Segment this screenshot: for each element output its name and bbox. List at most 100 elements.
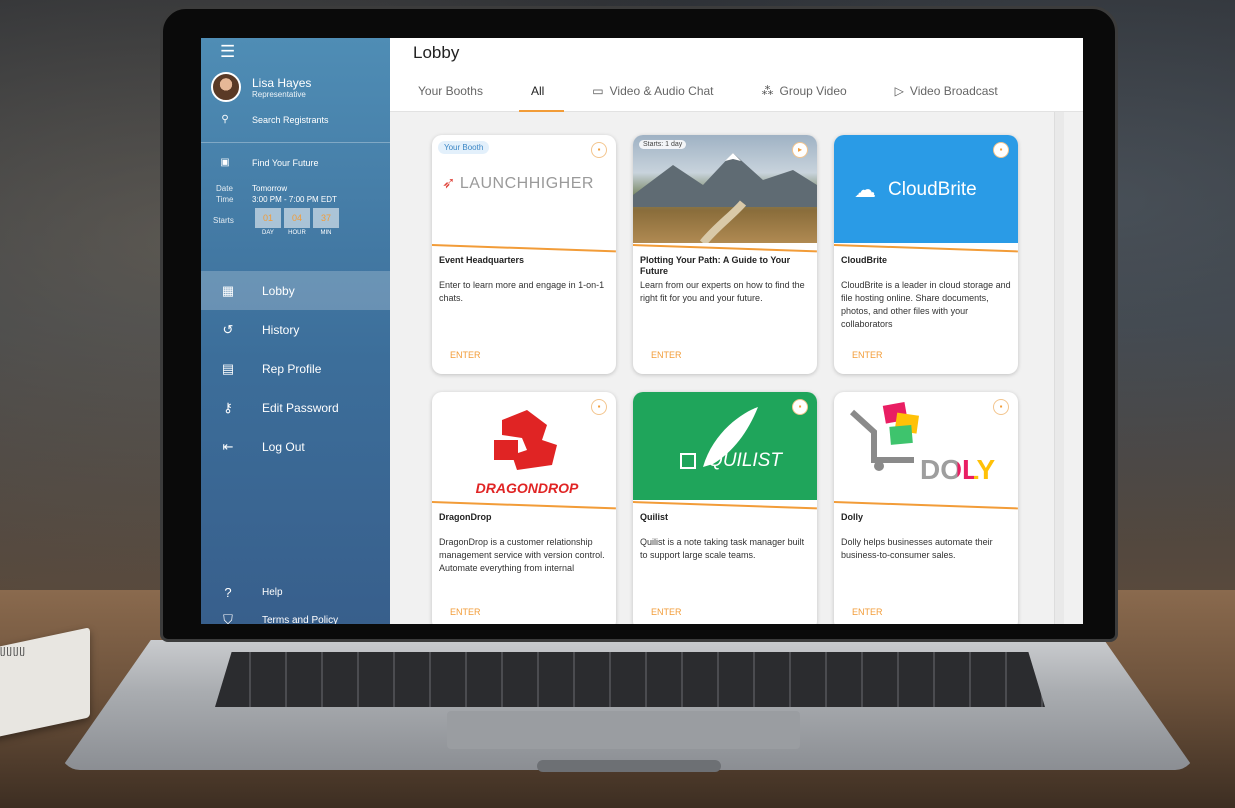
laptop-keyboard	[215, 652, 1045, 707]
sidebar-item-label: Rep Profile	[262, 361, 322, 376]
sidebar-item-terms[interactable]: ⛉ Terms and Policy	[201, 606, 390, 624]
dashboard-icon: ▦	[221, 282, 235, 298]
rocket-icon: ➶	[442, 175, 456, 192]
event-details: Date Tomorrow Time 3:00 PM - 7:00 PM EDT	[216, 183, 337, 205]
booth-description: DragonDrop is a customer relationship ma…	[439, 537, 605, 573]
user-role: Representative	[252, 89, 306, 99]
video-icon[interactable]: ▸	[792, 142, 808, 158]
sidebar-item-log-out[interactable]: ⇤ Log Out	[201, 427, 390, 466]
sidebar: ☰ Lisa Hayes Representative ⚲ Search Reg…	[201, 38, 390, 624]
logo-text: QUILIST	[708, 450, 782, 471]
countdown: Starts 01 DAY 04 HOUR 37 MIN	[213, 208, 342, 236]
sidebar-item-help[interactable]: ? Help	[201, 578, 390, 606]
topbar: Lobby Your Booths All ▭ Video & Audio Cha…	[390, 38, 1083, 112]
sidebar-item-lobby[interactable]: ▦ Lobby	[201, 271, 390, 310]
hamburger-menu-icon[interactable]: ☰	[220, 42, 235, 62]
laptop-trackpad	[447, 711, 800, 749]
cloudbrite-logo: ☁ CloudBrite	[854, 177, 977, 203]
countdown-day-unit: DAY	[262, 230, 274, 236]
booth-description: Enter to learn more and engage in 1-on-1…	[439, 280, 605, 303]
avatar	[211, 72, 241, 102]
booth-card-event-headquarters[interactable]: Your Booth ▪ ➶ LAUNCHHIGHER Event Headqua…	[432, 135, 616, 374]
tab-label: Video Broadcast	[909, 84, 998, 98]
logo-text: CloudBrite	[888, 179, 977, 200]
tab-label: Group Video	[779, 84, 847, 98]
time-label: Time	[216, 195, 234, 204]
booth-description: Dolly helps businesses automate their bu…	[841, 537, 993, 560]
booth-card-cloudbrite[interactable]: ▪ ☁ CloudBrite CloudBrite CloudBrite is a…	[834, 135, 1018, 374]
user-profile[interactable]: Lisa Hayes Representative	[211, 72, 311, 102]
quill-icon	[680, 407, 758, 469]
dolly-logo: DOLY	[920, 454, 995, 486]
booth-grid: Your Booth ▪ ➶ LAUNCHHIGHER Event Headqua…	[432, 135, 1018, 624]
enter-button[interactable]: ENTER	[450, 350, 481, 360]
sidebar-item-rep-profile[interactable]: ▤ Rep Profile	[201, 349, 390, 388]
tab-group-video[interactable]: ⁂ Group Video	[762, 84, 847, 112]
booth-banner: ▪ ☁ CloudBrite	[834, 135, 1018, 243]
tab-label: All	[530, 84, 545, 98]
countdown-min-unit: MIN	[320, 230, 332, 236]
countdown-hour-value: 04	[284, 208, 310, 228]
booth-banner: ▪ QUILIST	[633, 392, 817, 500]
scrollbar[interactable]	[1054, 112, 1064, 624]
page-title: Lobby	[413, 43, 460, 62]
chat-icon[interactable]: ▪	[591, 142, 607, 158]
countdown-hour-unit: HOUR	[288, 230, 306, 236]
starts-badge: Starts: 1 day	[639, 140, 687, 149]
tab-all[interactable]: All	[518, 84, 566, 112]
enter-button[interactable]: ENTER	[651, 350, 682, 360]
main-content: Lobby Your Booths All ▭ Video & Audio Cha…	[390, 38, 1083, 624]
dragon-icon	[494, 410, 557, 470]
dragondrop-logo: DRAGONDROP	[475, 480, 579, 496]
logo-text: LAUNCHHIGHER	[459, 175, 594, 192]
logout-icon: ⇤	[222, 438, 234, 454]
tab-video-audio-chat[interactable]: ▭ Video & Audio Chat	[592, 84, 713, 112]
event-title: Find Your Future	[252, 157, 319, 168]
your-booth-badge: Your Booth	[438, 141, 490, 154]
sidebar-item-label: Lobby	[262, 283, 295, 298]
booth-banner: ▪ DOLY	[834, 392, 1018, 500]
tab-bar: Your Booths All ▭ Video & Audio Chat ⁂ Gro…	[418, 84, 1046, 112]
tab-video-broadcast[interactable]: ▷ Video Broadcast	[895, 84, 998, 112]
badge-icon: ▤	[221, 360, 235, 376]
sidebar-item-history[interactable]: ↺ History	[201, 310, 390, 349]
sidebar-item-edit-password[interactable]: ⚷ Edit Password	[201, 388, 390, 427]
event-title-row: ▣ Find Your Future	[218, 157, 319, 168]
booth-description: Quilist is a note taking task manager bu…	[640, 537, 805, 560]
chat-icon: ▭	[592, 84, 604, 98]
chat-icon[interactable]: ▪	[993, 142, 1009, 158]
booth-card-dolly[interactable]: ▪ DOLY Dolly Dolly helps businesses auto…	[834, 392, 1018, 624]
enter-button[interactable]: ENTER	[852, 350, 883, 360]
booth-banner: Starts: 1 day ▸	[633, 135, 817, 243]
booth-card-plotting-your-path[interactable]: Starts: 1 day ▸ Plotting Your Path: A Gu…	[633, 135, 817, 374]
tab-your-booths[interactable]: Your Booths	[418, 84, 483, 112]
notebook-rings: ᥩᥩᥩᥩ	[0, 643, 26, 656]
search-registrants-label: Search Registrants	[252, 114, 329, 125]
booth-description: Learn from our experts on how to find th…	[640, 280, 805, 303]
enter-button[interactable]: ENTER	[450, 607, 481, 617]
countdown-day-value: 01	[255, 208, 281, 228]
booth-card-quilist[interactable]: ▪ QUILIST Quilist Quilist is a note taki…	[633, 392, 817, 624]
app-screen: ☰ Lisa Hayes Representative ⚲ Search Reg…	[201, 38, 1083, 624]
booth-card-dragondrop[interactable]: ▪ DRAGONDROP DragonDrop DragonDrop is a …	[432, 392, 616, 624]
tab-label: Your Booths	[418, 84, 483, 98]
search-registrants-link[interactable]: ⚲ Search Registrants	[218, 114, 329, 125]
date-label: Date	[216, 184, 233, 193]
quilist-logo: QUILIST	[633, 450, 817, 472]
booth-description: CloudBrite is a leader in cloud storage …	[841, 280, 1011, 329]
logo-text: DOLY	[920, 454, 996, 485]
booth-banner: Your Booth ▪ ➶ LAUNCHHIGHER	[432, 135, 616, 243]
group-icon: ⁂	[761, 84, 774, 98]
sidebar-divider	[201, 142, 390, 143]
history-icon: ↺	[222, 321, 234, 337]
sidebar-nav: ▦ Lobby ↺ History ▤ Rep Profile ⚷ Edit P…	[201, 271, 390, 466]
shield-icon: ⛉	[223, 612, 233, 624]
help-icon: ?	[224, 584, 232, 600]
calendar-icon: ▣	[220, 157, 230, 168]
person-search-icon: ⚲	[221, 114, 229, 125]
countdown-hour: 04 HOUR	[284, 208, 310, 236]
key-icon: ⚷	[223, 399, 233, 415]
cloud-download-icon: ☁	[854, 177, 876, 202]
enter-button[interactable]: ENTER	[651, 607, 682, 617]
enter-button[interactable]: ENTER	[852, 607, 883, 617]
